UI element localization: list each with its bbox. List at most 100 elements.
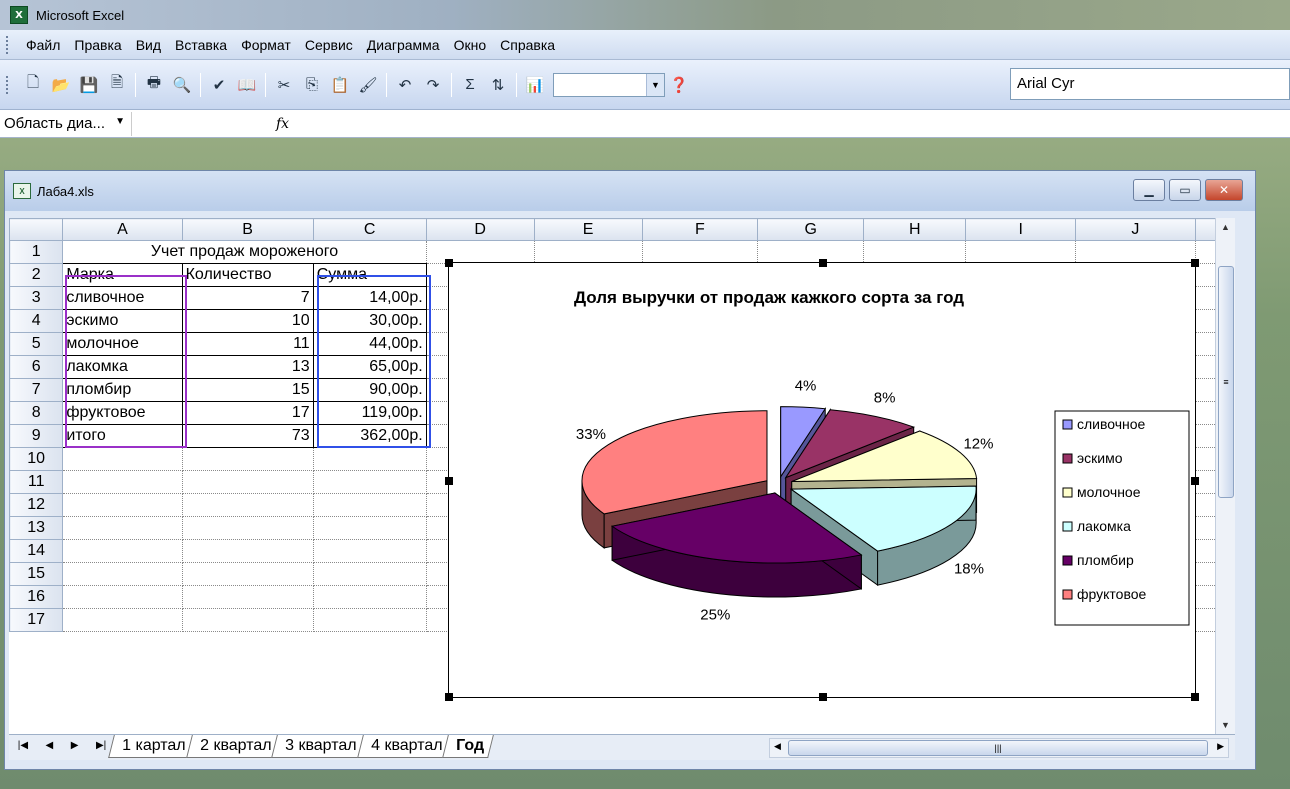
total-quantity-cell[interactable]: 73 (181, 424, 314, 448)
table-title-cell[interactable]: Учет продаж мороженого (62, 240, 427, 264)
row-header[interactable]: 4 (9, 309, 64, 333)
scroll-left-icon[interactable]: ◀ (774, 741, 781, 752)
column-header[interactable]: G (757, 218, 865, 241)
permission-icon[interactable]: 🗎 (104, 72, 130, 98)
menu-help[interactable]: Справка (493, 34, 562, 56)
pie-data-label[interactable]: 25% (700, 607, 730, 624)
horizontal-scrollbar[interactable]: ◀ ||| ▶ (769, 738, 1229, 758)
fx-icon[interactable]: fx (276, 116, 289, 132)
resize-handle[interactable] (445, 693, 453, 701)
vertical-scrollbar[interactable]: ▲ ≡ ▼ (1215, 218, 1235, 734)
column-header[interactable]: C (312, 218, 427, 241)
column-header[interactable]: H (863, 218, 967, 241)
legend-swatch[interactable] (1062, 419, 1073, 430)
cell[interactable] (182, 447, 314, 471)
quantity-cell[interactable]: 17 (181, 401, 314, 425)
scroll-right-icon[interactable]: ▶ (1217, 741, 1224, 752)
header-cell[interactable]: Количество (181, 263, 314, 287)
scroll-up-icon[interactable]: ▲ (1221, 222, 1230, 232)
help-icon[interactable]: ❓ (666, 72, 692, 98)
new-icon[interactable]: 🗋 (20, 72, 46, 98)
row-header[interactable]: 16 (9, 585, 64, 609)
quantity-cell[interactable]: 13 (181, 355, 314, 379)
select-all-corner[interactable] (9, 218, 64, 241)
legend-swatch[interactable] (1062, 555, 1073, 566)
resize-handle[interactable] (1191, 259, 1199, 267)
research-icon[interactable]: 📖 (234, 72, 260, 98)
cell[interactable] (182, 516, 314, 540)
pie-chart-area[interactable]: Доля выручки от продаж кажкого сорта за … (445, 259, 1199, 701)
row-header[interactable]: 8 (9, 401, 64, 425)
column-header[interactable]: F (641, 218, 759, 241)
pie-data-label[interactable]: 12% (963, 436, 993, 453)
menu-grip-icon[interactable] (6, 35, 9, 54)
legend-entry[interactable]: эскимо (1077, 450, 1123, 466)
cell[interactable] (62, 608, 183, 632)
tab-quarter-4[interactable]: 4 квартал (356, 735, 452, 758)
cell[interactable] (62, 470, 183, 494)
tab-quarter-1[interactable]: 1 картал (108, 735, 196, 758)
resize-handle[interactable] (1191, 693, 1199, 701)
cell[interactable] (313, 585, 427, 609)
save-icon[interactable]: 💾 (76, 72, 102, 98)
cell[interactable] (313, 608, 427, 632)
cell[interactable] (313, 470, 427, 494)
column-header[interactable]: A (62, 218, 183, 241)
legend-swatch[interactable] (1062, 521, 1073, 532)
row-header[interactable]: 13 (9, 516, 64, 540)
legend-swatch[interactable] (1062, 487, 1073, 498)
menu-file[interactable]: Файл (19, 34, 67, 56)
row-header[interactable]: 2 (9, 263, 64, 287)
close-button[interactable]: ✕ (1205, 179, 1243, 201)
cell[interactable] (62, 516, 183, 540)
row-header[interactable]: 11 (9, 470, 64, 494)
menu-edit[interactable]: Правка (67, 34, 128, 56)
resize-handle[interactable] (445, 477, 453, 485)
pie-data-label[interactable]: 33% (576, 426, 606, 443)
vertical-scroll-thumb[interactable]: ≡ (1218, 266, 1234, 498)
row-header[interactable]: 6 (9, 355, 64, 379)
cell[interactable] (1075, 240, 1196, 264)
menu-format[interactable]: Формат (234, 34, 298, 56)
cell[interactable] (62, 562, 183, 586)
pie-data-label[interactable]: 18% (954, 561, 984, 578)
chart-legend[interactable]: сливочное эскимо молочное лакомка пломбир фру… (1054, 410, 1190, 626)
next-sheet-icon[interactable]: ▶ (71, 740, 79, 751)
row-header[interactable]: 9 (9, 424, 64, 448)
resize-handle[interactable] (1191, 477, 1199, 485)
menu-window[interactable]: Окно (447, 34, 494, 56)
cell[interactable] (313, 493, 427, 517)
cell[interactable] (182, 585, 314, 609)
sort-ascending-icon[interactable]: ⇅ (485, 72, 511, 98)
resize-handle[interactable] (819, 259, 827, 267)
quantity-cell[interactable]: 15 (181, 378, 314, 402)
quantity-cell[interactable]: 10 (181, 309, 314, 333)
cell[interactable] (642, 240, 759, 264)
cell[interactable] (965, 240, 1077, 264)
chevron-down-icon[interactable]: ▼ (115, 116, 125, 127)
tab-quarter-3[interactable]: 3 квартал (271, 735, 367, 758)
row-header[interactable]: 15 (9, 562, 64, 586)
minimize-button[interactable]: ▁ (1133, 179, 1165, 201)
restore-button[interactable]: ▭ (1169, 179, 1201, 201)
cell[interactable] (863, 240, 967, 264)
format-painter-icon[interactable]: 🖌 (355, 72, 381, 98)
horizontal-scroll-thumb[interactable]: ||| (788, 740, 1208, 756)
row-header[interactable]: 12 (9, 493, 64, 517)
zoom-combo[interactable]: ▼ (553, 72, 665, 97)
copy-icon[interactable]: ⎘ (299, 72, 325, 98)
undo-icon[interactable]: ↶ (392, 72, 418, 98)
column-header[interactable]: J (1075, 218, 1196, 241)
cell[interactable] (757, 240, 865, 264)
cell[interactable] (426, 240, 535, 264)
quantity-cell[interactable]: 11 (181, 332, 314, 356)
legend-entry[interactable]: сливочное (1077, 416, 1146, 432)
column-header[interactable]: B (181, 218, 314, 241)
menu-tools[interactable]: Сервис (298, 34, 360, 56)
quantity-cell[interactable]: 7 (181, 286, 314, 310)
row-header[interactable]: 1 (9, 240, 64, 264)
legend-swatch[interactable] (1062, 453, 1073, 464)
resize-handle[interactable] (445, 259, 453, 267)
menu-insert[interactable]: Вставка (168, 34, 234, 56)
row-header[interactable]: 10 (9, 447, 64, 471)
